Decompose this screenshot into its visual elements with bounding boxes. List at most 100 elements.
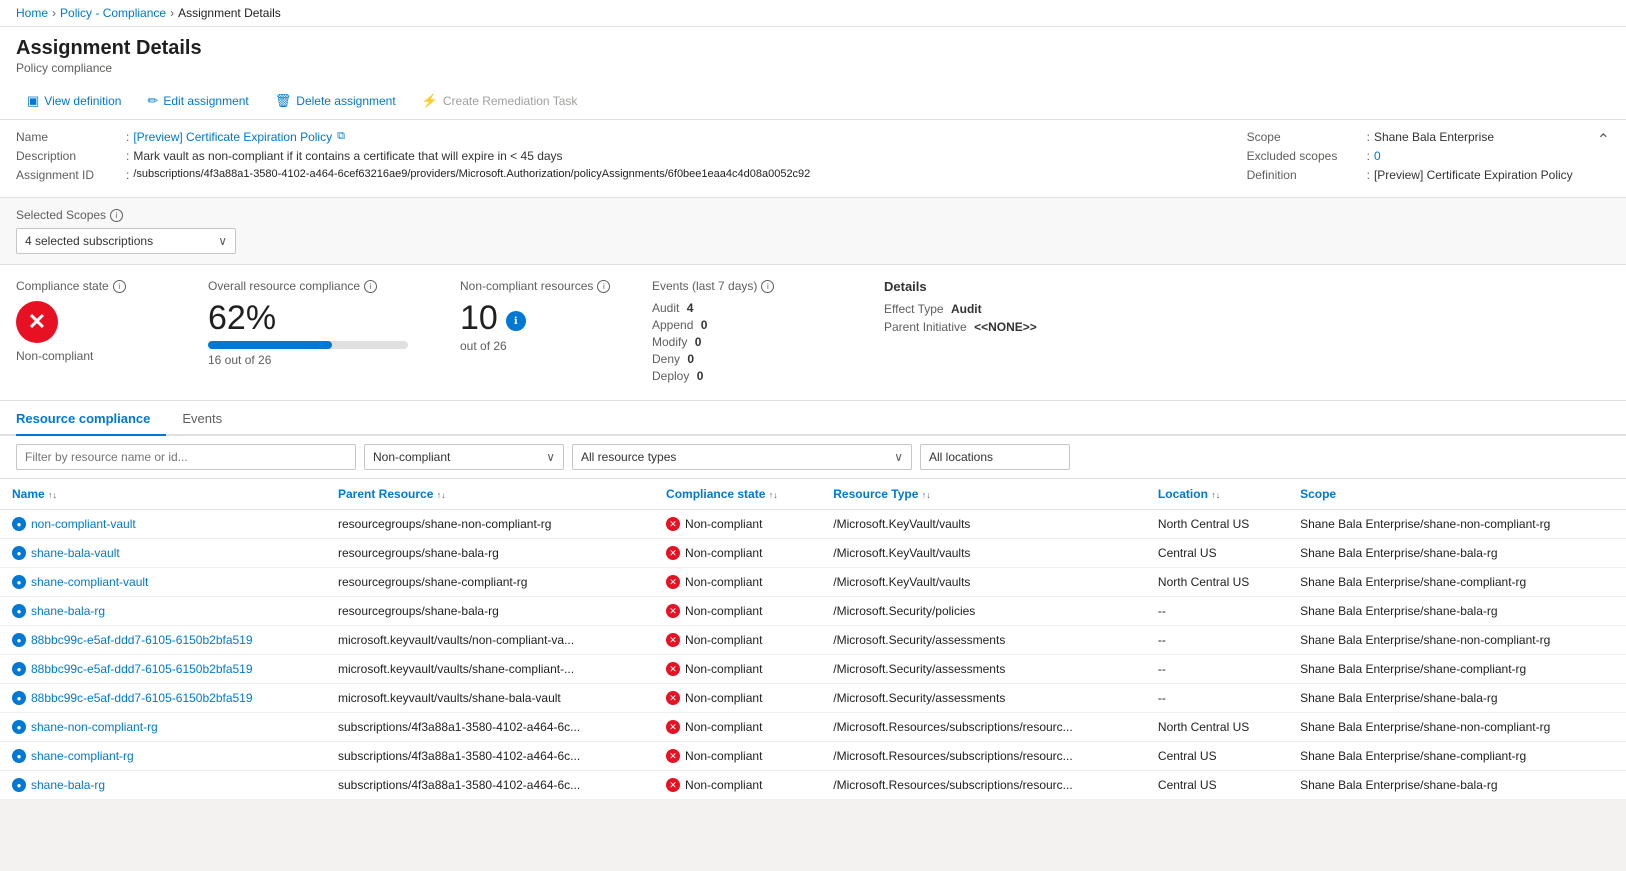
scope-cell: Shane Bala Enterprise/shane-bala-rg: [1288, 771, 1626, 800]
breadcrumb-policy-compliance[interactable]: Policy - Compliance: [60, 6, 166, 20]
scope-cell: Shane Bala Enterprise/shane-bala-rg: [1288, 684, 1626, 713]
compliance-state-value: Non-compliant: [16, 349, 176, 363]
compliance-sort-icon: ↑↓: [769, 490, 778, 500]
scope-cell: Shane Bala Enterprise/shane-non-complian…: [1288, 626, 1626, 655]
non-compliant-badge-icon: ✕: [666, 517, 680, 531]
name-value[interactable]: [Preview] Certificate Expiration Policy: [133, 130, 332, 144]
col-compliance-state[interactable]: Compliance state ↑↓: [654, 479, 821, 510]
collapse-button[interactable]: ⌃: [1597, 132, 1610, 149]
location-sort-icon: ↑↓: [1211, 490, 1220, 500]
assignment-id-row: Assignment ID : /subscriptions/4f3a88a1-…: [16, 168, 1227, 182]
resource-icon: ●: [12, 575, 26, 589]
compliance-badge: ✕ Non-compliant: [666, 749, 809, 763]
resource-name-link[interactable]: shane-bala-rg: [31, 778, 105, 792]
location-cell: Central US: [1146, 742, 1288, 771]
resource-icon: ●: [12, 691, 26, 705]
resource-type-cell: /Microsoft.KeyVault/vaults: [821, 510, 1146, 539]
resource-name-link[interactable]: shane-bala-rg: [31, 604, 105, 618]
scope-cell: Shane Bala Enterprise/shane-bala-rg: [1288, 597, 1626, 626]
scope-dropdown-value: 4 selected subscriptions: [25, 234, 153, 248]
description-row: Description : Mark vault as non-complian…: [16, 149, 1227, 163]
resource-name-link[interactable]: shane-bala-vault: [31, 546, 120, 560]
parent-resource-cell: resourcegroups/shane-compliant-rg: [326, 568, 654, 597]
parent-sort-icon: ↑↓: [437, 490, 446, 500]
non-compliant-sub: out of 26: [460, 339, 620, 353]
resource-icon: ●: [12, 517, 26, 531]
resource-type-cell: /Microsoft.Security/assessments: [821, 626, 1146, 655]
scope-dropdown[interactable]: 4 selected subscriptions ∨: [16, 228, 236, 254]
resource-type-cell: /Microsoft.KeyVault/vaults: [821, 568, 1146, 597]
table-row: ● 88bbc99c-e5af-ddd7-6105-6150b2bfa519 m…: [0, 684, 1626, 713]
parent-initiative-row: Parent Initiative <<NONE>>: [884, 320, 1164, 334]
parent-resource-cell: microsoft.keyvault/vaults/shane-complian…: [326, 655, 654, 684]
resource-name-link[interactable]: shane-compliant-rg: [31, 749, 134, 763]
parent-resource-cell: microsoft.keyvault/vaults/shane-bala-vau…: [326, 684, 654, 713]
col-parent-resource[interactable]: Parent Resource ↑↓: [326, 479, 654, 510]
details-info-block: Details Effect Type Audit Parent Initiat…: [884, 279, 1164, 338]
col-scope[interactable]: Scope: [1288, 479, 1626, 510]
resource-type-cell: /Microsoft.Resources/subscriptions/resou…: [821, 771, 1146, 800]
copy-icon[interactable]: ⧉: [337, 130, 345, 144]
description-label: Description: [16, 149, 126, 163]
resource-icon: ●: [12, 662, 26, 676]
breadcrumb: Home › Policy - Compliance › Assignment …: [0, 0, 1626, 27]
non-compliant-block: Non-compliant resources i 10 ℹ out of 26: [460, 279, 620, 353]
tab-events[interactable]: Events: [166, 401, 238, 436]
tabs-section: Resource compliance Events: [0, 401, 1626, 436]
count-icon: ℹ: [506, 311, 526, 331]
compliance-state-label: Compliance state: [16, 279, 109, 293]
resource-type-cell: /Microsoft.Resources/subscriptions/resou…: [821, 742, 1146, 771]
resource-name-link[interactable]: shane-non-compliant-rg: [31, 720, 158, 734]
view-definition-button[interactable]: ▣ View definition: [16, 87, 132, 115]
scope-cell: Shane Bala Enterprise/shane-compliant-rg: [1288, 655, 1626, 684]
non-compliant-resources-label: Non-compliant resources: [460, 279, 593, 293]
delete-assignment-button[interactable]: 🗑 Delete assignment: [264, 87, 407, 115]
compliance-badge: ✕ Non-compliant: [666, 633, 809, 647]
col-location[interactable]: Location ↑↓: [1146, 479, 1288, 510]
breadcrumb-home[interactable]: Home: [16, 6, 48, 20]
events-append: Append 0: [652, 318, 852, 332]
compliance-state-filter[interactable]: Non-compliant ∨: [364, 444, 564, 470]
resource-type-cell: /Microsoft.Resources/subscriptions/resou…: [821, 713, 1146, 742]
compliance-badge: ✕ Non-compliant: [666, 604, 809, 618]
view-icon: ▣: [27, 93, 39, 109]
resource-name-link[interactable]: 88bbc99c-e5af-ddd7-6105-6150b2bfa519: [31, 662, 253, 676]
create-remediation-button[interactable]: ⚡ Create Remediation Task: [411, 87, 589, 115]
resource-name-link[interactable]: 88bbc99c-e5af-ddd7-6105-6150b2bfa519: [31, 691, 253, 705]
search-input[interactable]: [16, 444, 356, 470]
events-modify: Modify 0: [652, 335, 852, 349]
non-compliant-badge-icon: ✕: [666, 778, 680, 792]
locations-filter[interactable]: All locations: [920, 444, 1070, 470]
table-row: ● 88bbc99c-e5af-ddd7-6105-6150b2bfa519 m…: [0, 655, 1626, 684]
progress-bar: [208, 341, 332, 349]
locations-value: All locations: [929, 450, 993, 464]
edit-icon: ✏: [147, 93, 158, 109]
location-cell: North Central US: [1146, 510, 1288, 539]
resource-name-link[interactable]: non-compliant-vault: [31, 517, 136, 531]
table-row: ● shane-compliant-rg subscriptions/4f3a8…: [0, 742, 1626, 771]
resource-name-link[interactable]: 88bbc99c-e5af-ddd7-6105-6150b2bfa519: [31, 633, 253, 647]
tab-resource-compliance[interactable]: Resource compliance: [16, 401, 166, 436]
resource-icon: ●: [12, 546, 26, 560]
scope-value: Shane Bala Enterprise: [1374, 130, 1494, 144]
non-compliant-badge-icon: ✕: [666, 633, 680, 647]
assignment-id-label: Assignment ID: [16, 168, 126, 182]
col-name[interactable]: Name ↑↓: [0, 479, 326, 510]
definition-label: Definition: [1247, 168, 1367, 182]
resource-name-link[interactable]: shane-compliant-vault: [31, 575, 148, 589]
excluded-scopes-value[interactable]: 0: [1374, 149, 1381, 163]
edit-assignment-button[interactable]: ✏ Edit assignment: [136, 87, 259, 115]
compliance-badge: ✕ Non-compliant: [666, 691, 809, 705]
resource-type-arrow: ∨: [894, 450, 903, 464]
scope-cell: Shane Bala Enterprise/shane-non-complian…: [1288, 713, 1626, 742]
table-row: ● 88bbc99c-e5af-ddd7-6105-6150b2bfa519 m…: [0, 626, 1626, 655]
location-cell: Central US: [1146, 539, 1288, 568]
col-resource-type[interactable]: Resource Type ↑↓: [821, 479, 1146, 510]
non-compliant-count: 10: [460, 301, 498, 335]
name-label: Name: [16, 130, 126, 144]
page-header: Assignment Details Policy compliance ▣ V…: [0, 27, 1626, 120]
parent-resource-cell: resourcegroups/shane-bala-rg: [326, 597, 654, 626]
resource-type-filter[interactable]: All resource types ∨: [572, 444, 912, 470]
resource-icon: ●: [12, 633, 26, 647]
description-value: Mark vault as non-compliant if it contai…: [133, 149, 562, 163]
